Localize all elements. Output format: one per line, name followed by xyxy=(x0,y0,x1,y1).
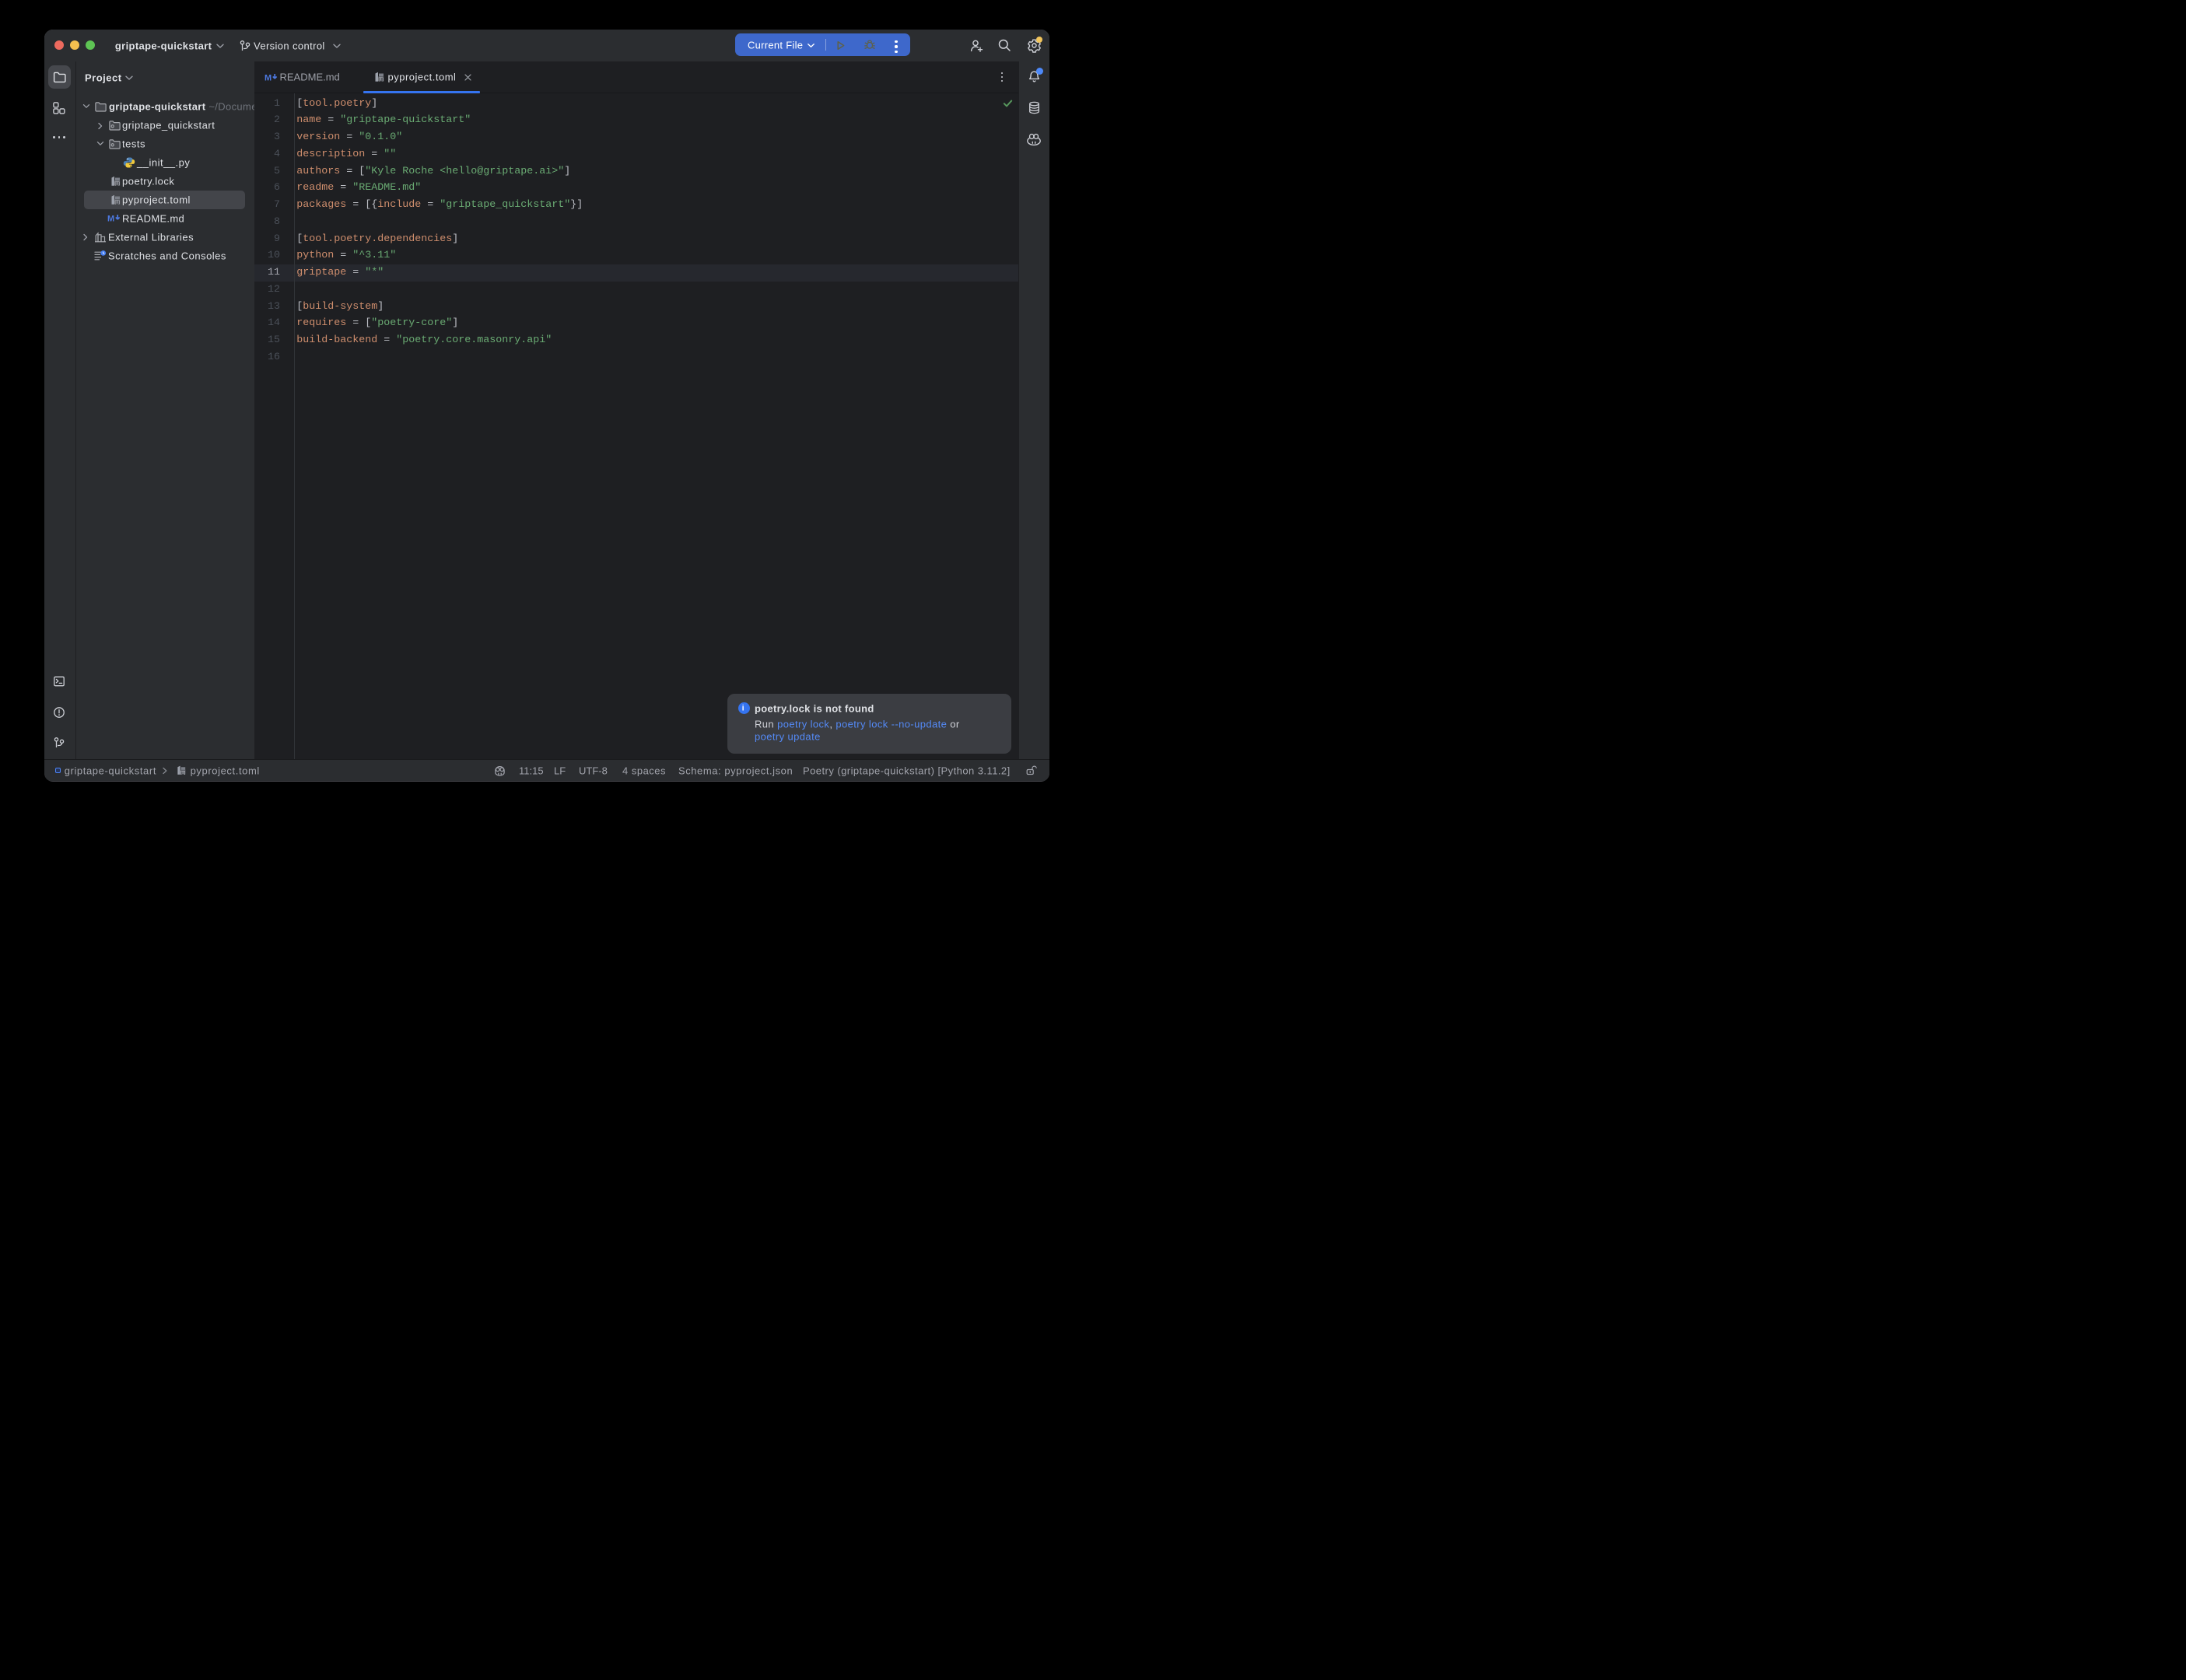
svg-text:[T]: [T] xyxy=(378,78,384,82)
svg-text:[T]: [T] xyxy=(180,771,186,775)
svg-text:M: M xyxy=(264,74,271,83)
svg-text:M: M xyxy=(107,215,114,224)
svg-text:[T]: [T] xyxy=(114,200,120,205)
svg-text:[T]: [T] xyxy=(114,181,120,186)
